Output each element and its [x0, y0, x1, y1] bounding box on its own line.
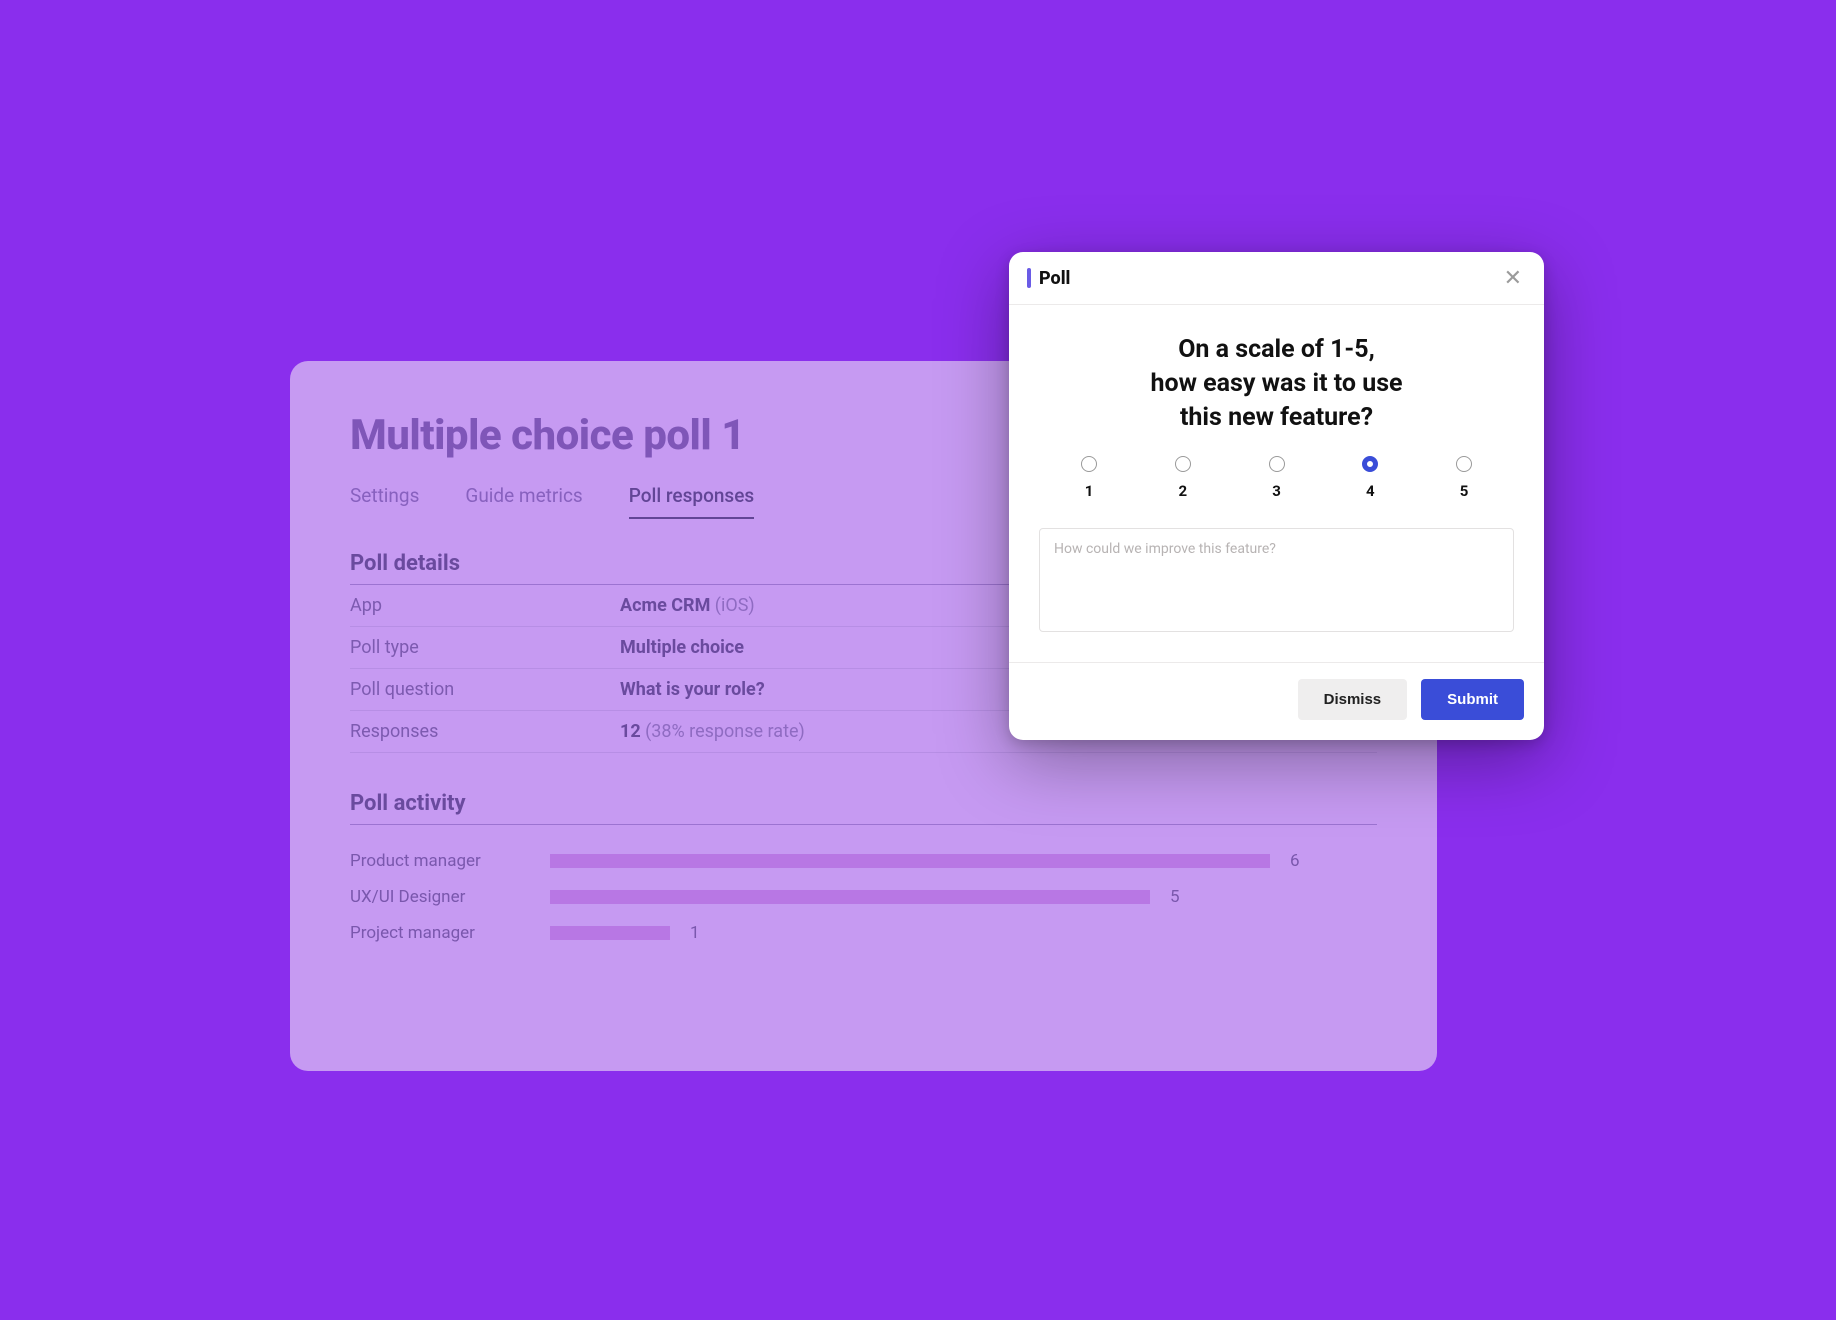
- detail-value-muted: (iOS): [715, 595, 755, 616]
- radio-icon[interactable]: [1175, 456, 1191, 472]
- scale-option-4[interactable]: 4: [1362, 456, 1378, 500]
- scale-label: 4: [1366, 482, 1375, 500]
- dismiss-button[interactable]: Dismiss: [1298, 679, 1408, 720]
- activity-count: 6: [1290, 851, 1300, 871]
- question-line: On a scale of 1-5,: [1178, 335, 1375, 364]
- detail-value-bold: 12: [620, 721, 641, 742]
- rating-scale: 1 2 3 4 5: [1039, 456, 1514, 500]
- bar-wrapper: 5: [550, 887, 1377, 907]
- radio-icon[interactable]: [1362, 456, 1378, 472]
- poll-activity-chart: Product manager 6 UX/UI Designer 5 Project m…: [350, 843, 1377, 951]
- scale-label: 2: [1178, 482, 1187, 500]
- submit-button[interactable]: Submit: [1421, 679, 1524, 720]
- bar-wrapper: 6: [550, 851, 1377, 871]
- scale-option-3[interactable]: 3: [1269, 456, 1285, 500]
- activity-count: 5: [1170, 887, 1180, 907]
- detail-value-bold: What is your role?: [620, 679, 765, 700]
- activity-label: Product manager: [350, 851, 530, 871]
- bar-fill: [550, 890, 1150, 904]
- radio-icon[interactable]: [1456, 456, 1472, 472]
- feedback-input[interactable]: [1039, 528, 1514, 632]
- tab-settings[interactable]: Settings: [350, 484, 419, 519]
- question-line: this new feature?: [1180, 403, 1373, 432]
- scale-option-2[interactable]: 2: [1175, 456, 1191, 500]
- detail-value: 12 (38% response rate): [620, 721, 805, 742]
- activity-label: UX/UI Designer: [350, 887, 530, 907]
- tab-guide-metrics[interactable]: Guide metrics: [465, 484, 582, 519]
- bar-fill: [550, 854, 1270, 868]
- detail-label: Poll question: [350, 679, 620, 700]
- detail-label: Poll type: [350, 637, 620, 658]
- activity-row: Project manager 1: [350, 915, 1377, 951]
- detail-value-muted: (38% response rate): [645, 721, 805, 742]
- modal-body: On a scale of 1-5, how easy was it to us…: [1009, 305, 1544, 663]
- modal-header: Poll ✕: [1009, 252, 1544, 305]
- poll-activity-heading: Poll activity: [350, 791, 1377, 825]
- activity-row: Product manager 6: [350, 843, 1377, 879]
- detail-value-bold: Multiple choice: [620, 637, 744, 658]
- activity-count: 1: [690, 923, 700, 943]
- modal-title: Poll: [1039, 268, 1070, 289]
- bar-fill: [550, 926, 670, 940]
- accent-bar-icon: [1027, 268, 1031, 288]
- poll-modal: Poll ✕ On a scale of 1-5, how easy was i…: [1009, 252, 1544, 740]
- activity-label: Project manager: [350, 923, 530, 943]
- close-icon[interactable]: ✕: [1500, 265, 1526, 291]
- detail-value-bold: Acme CRM: [620, 595, 710, 616]
- detail-value: Multiple choice: [620, 637, 744, 658]
- detail-label: Responses: [350, 721, 620, 742]
- detail-value: Acme CRM (iOS): [620, 595, 755, 616]
- activity-row: UX/UI Designer 5: [350, 879, 1377, 915]
- poll-question: On a scale of 1-5, how easy was it to us…: [1039, 333, 1514, 434]
- detail-label: App: [350, 595, 620, 616]
- detail-value: What is your role?: [620, 679, 765, 700]
- scale-label: 1: [1085, 482, 1094, 500]
- scale-option-5[interactable]: 5: [1456, 456, 1472, 500]
- tab-poll-responses[interactable]: Poll responses: [629, 484, 754, 519]
- modal-title-wrap: Poll: [1027, 268, 1070, 289]
- scale-label: 5: [1460, 482, 1469, 500]
- bar-wrapper: 1: [550, 923, 1377, 943]
- scale-label: 3: [1272, 482, 1281, 500]
- modal-footer: Dismiss Submit: [1009, 663, 1544, 740]
- radio-icon[interactable]: [1081, 456, 1097, 472]
- question-line: how easy was it to use: [1150, 369, 1402, 398]
- radio-icon[interactable]: [1269, 456, 1285, 472]
- scale-option-1[interactable]: 1: [1081, 456, 1097, 500]
